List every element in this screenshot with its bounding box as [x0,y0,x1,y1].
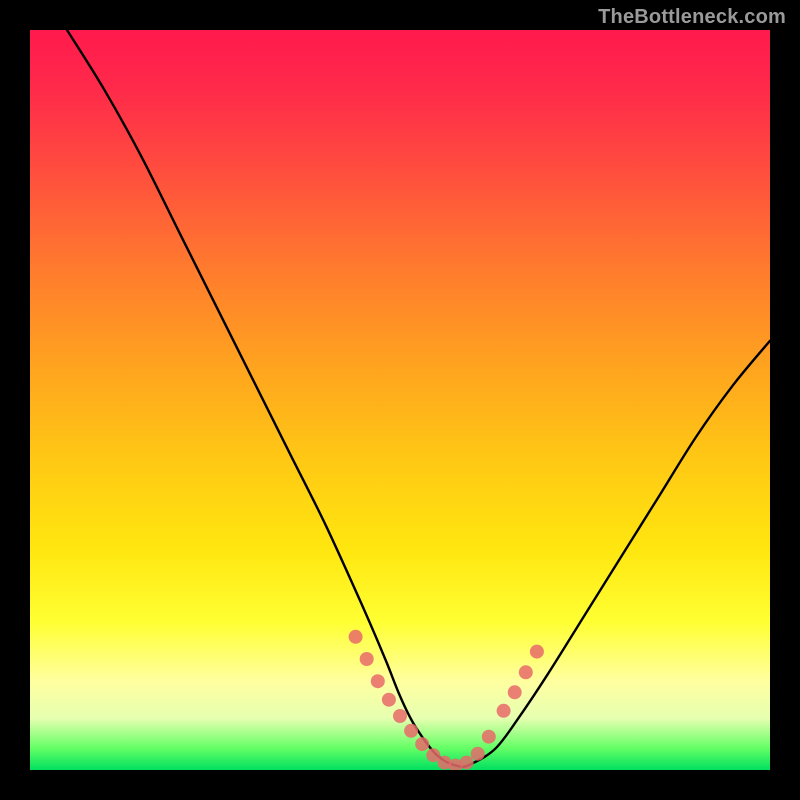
marker-dot [460,756,474,770]
marker-dot [360,652,374,666]
marker-dot [497,704,511,718]
marker-dot [482,730,496,744]
marker-dot [393,709,407,723]
marker-dot [349,630,363,644]
marker-dot [471,747,485,761]
curve-layer [67,30,770,767]
marker-dot [371,674,385,688]
bottleneck-curve [67,30,770,767]
chart-frame: TheBottleneck.com [0,0,800,800]
low-bottleneck-markers [349,630,544,770]
plot-area [30,30,770,770]
marker-dot [382,693,396,707]
marker-dot [415,737,429,751]
marker-dot [519,665,533,679]
marker-dot [508,685,522,699]
marker-dot [404,724,418,738]
bottleneck-curve-svg [30,30,770,770]
watermark-text: TheBottleneck.com [598,6,786,29]
marker-dot [530,645,544,659]
